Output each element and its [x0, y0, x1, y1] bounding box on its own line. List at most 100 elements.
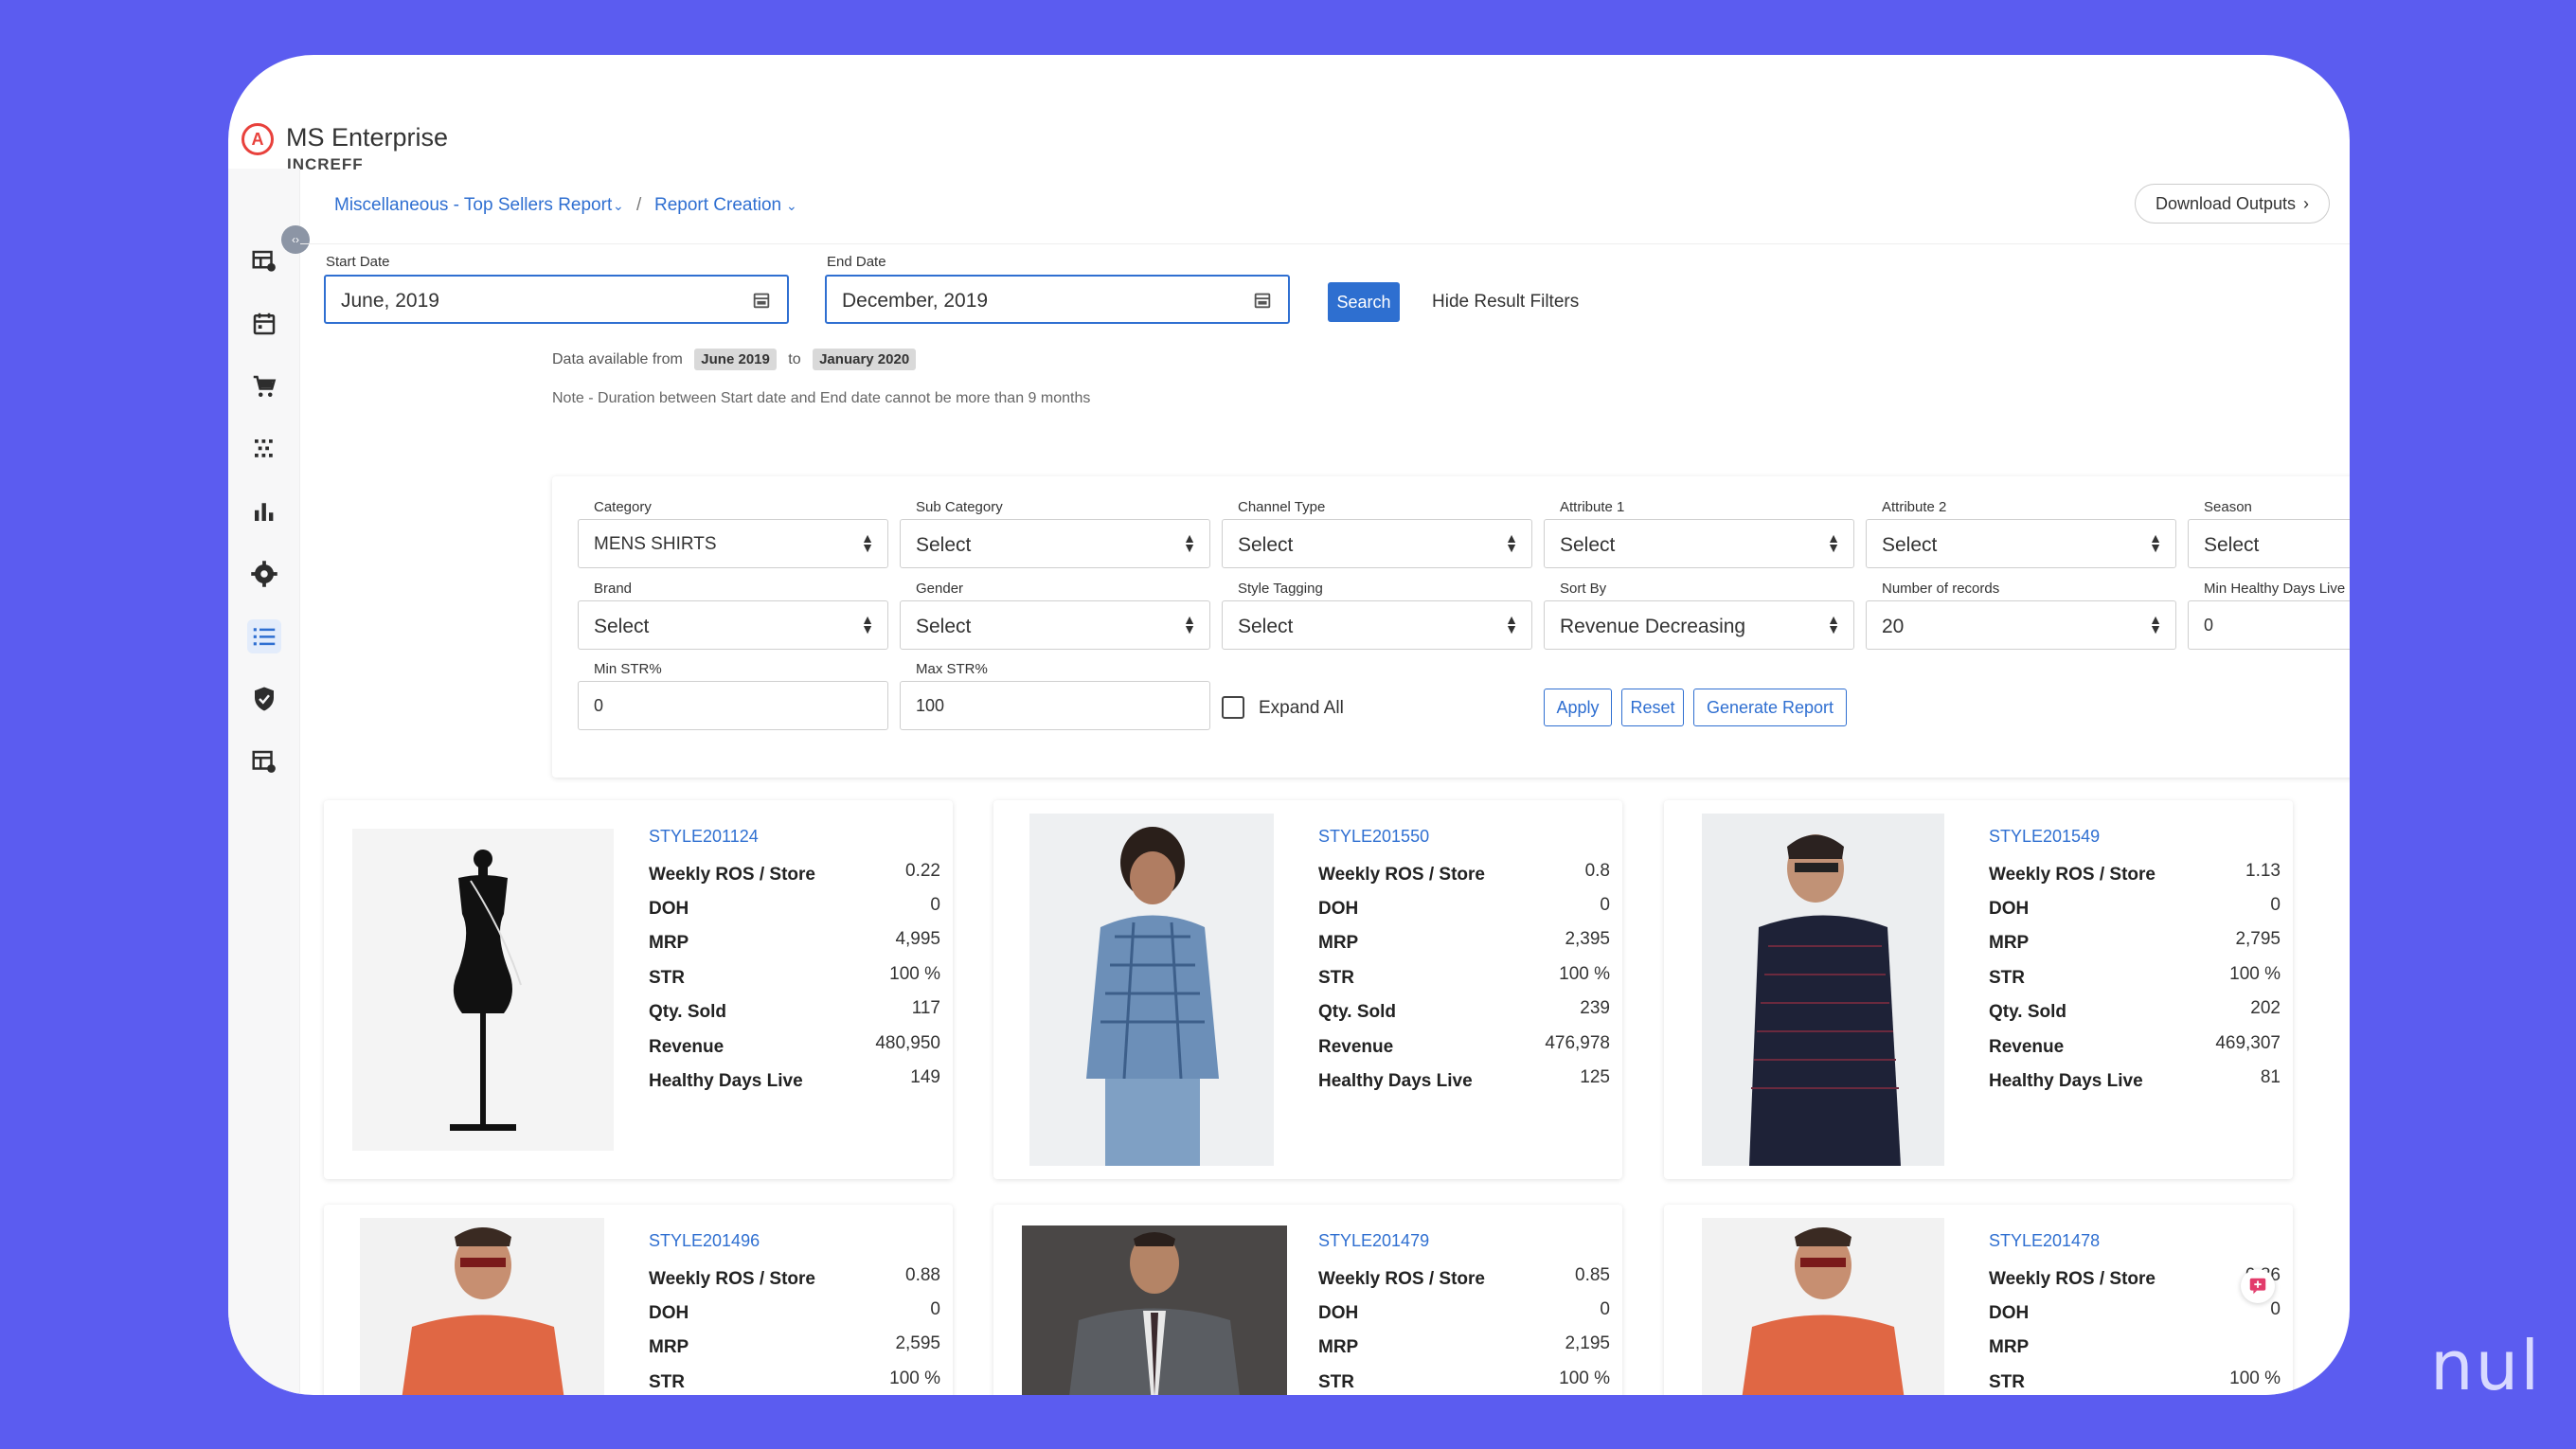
category-select[interactable]: Category MENS SHIRTS ▲ ▼: [578, 499, 888, 568]
product-card[interactable]: STYLE201550 Weekly ROS / Store 0.8 DOH 0 M…: [993, 800, 1622, 1179]
select-arrows-icon: ▲ ▼: [1183, 530, 1196, 555]
grid-pattern-icon[interactable]: [247, 432, 281, 466]
product-code[interactable]: STYLE201124: [649, 827, 759, 847]
metric-label: MRP: [1318, 933, 1359, 953]
start-date-field[interactable]: Start Date June, 2019: [324, 254, 789, 324]
channel-type-value: Select: [1238, 534, 1294, 556]
product-code[interactable]: STYLE201478: [1989, 1231, 2100, 1251]
metric-value: 0: [930, 895, 940, 915]
metric-value: 4,995: [895, 929, 940, 949]
attribute-1-value: Select: [1560, 534, 1616, 556]
product-card[interactable]: STYLE201478 Weekly ROS / Store0.86 DOH0 …: [1664, 1205, 2293, 1395]
calendar-icon[interactable]: [751, 290, 772, 311]
mannequin-icon: [450, 850, 522, 1131]
apply-button[interactable]: Apply: [1544, 689, 1612, 726]
metric-label: MRP: [1989, 933, 2030, 953]
chevron-right-icon: ›: [2303, 193, 2310, 213]
metric-label: DOH: [649, 899, 689, 919]
style-tagging-value: Select: [1238, 616, 1294, 637]
start-date-value: June, 2019: [341, 290, 439, 312]
channel-type-select[interactable]: Channel Type Select ▲ ▼: [1222, 499, 1532, 568]
category-value: MENS SHIRTS: [594, 534, 717, 554]
calendar-icon[interactable]: [247, 307, 281, 341]
chevron-down-icon[interactable]: ⌄: [613, 198, 624, 214]
metric-value: 250: [1580, 1394, 1610, 1395]
list-icon[interactable]: [247, 619, 281, 653]
metric-label: MRP: [1318, 1337, 1359, 1357]
expand-all-checkbox[interactable]: [1222, 696, 1244, 719]
duration-note: Note - Duration between Start date and E…: [552, 390, 1091, 406]
metric-label: Qty. Sold: [1318, 1002, 1396, 1022]
min-healthy-days-label: Min Healthy Days Live: [2200, 581, 2350, 597]
product-code[interactable]: STYLE201550: [1318, 827, 1429, 847]
metric-value: 100 %: [1559, 964, 1610, 984]
metric-label: Revenue: [1318, 1037, 1394, 1057]
search-button[interactable]: Search: [1328, 282, 1400, 322]
gender-select[interactable]: Gender Select ▲ ▼: [900, 581, 1210, 650]
product-card[interactable]: STYLE201479 Weekly ROS / Store 0.85 DOH 0 …: [993, 1205, 1622, 1395]
dashboard-icon[interactable]: [247, 244, 281, 278]
attribute-2-label: Attribute 2: [1878, 499, 1951, 515]
header-bar: Miscellaneous - Top Sellers Report ⌄ / R…: [300, 169, 2350, 244]
hide-result-filters-button[interactable]: Hide Result Filters: [1432, 292, 1579, 313]
breadcrumb-item-creation[interactable]: Report Creation: [654, 195, 781, 216]
product-card[interactable]: STYLE201496 Weekly ROS / Store 0.88 DOH 0 …: [324, 1205, 953, 1395]
breadcrumb-separator: /: [636, 195, 642, 215]
app-window: A MS Enterprise INCREFF ‹› Miscellaneous…: [228, 55, 2350, 1395]
generate-report-button[interactable]: Generate Report: [1693, 689, 1847, 726]
model-photo: [1742, 1227, 1905, 1395]
reset-button[interactable]: Reset: [1621, 689, 1684, 726]
shield-check-icon[interactable]: [247, 682, 281, 716]
product-image-mannequin: [352, 829, 614, 1151]
brand-label: Brand: [590, 581, 636, 597]
product-card[interactable]: STYLE201549 Weekly ROS / Store 1.13 DOH 0 …: [1664, 800, 2293, 1179]
calendar-icon[interactable]: [1252, 290, 1273, 311]
sub-category-value: Select: [916, 534, 972, 556]
metric-label: Revenue: [1989, 1037, 2065, 1057]
model-photo: [402, 1227, 564, 1395]
settings-gear-icon[interactable]: [247, 557, 281, 591]
sub-category-select[interactable]: Sub Category Select ▲ ▼: [900, 499, 1210, 568]
metric-value: 209: [2250, 1394, 2281, 1395]
metric-label: DOH: [1318, 899, 1359, 919]
select-arrows-icon: ▲ ▼: [861, 530, 874, 555]
select-arrows-icon: ▲ ▼: [2149, 612, 2162, 636]
breadcrumb-item-report[interactable]: Miscellaneous - Top Sellers Report: [334, 195, 612, 216]
select-arrows-icon: ▲ ▼: [1505, 530, 1518, 555]
metric-label: Qty. Sold: [1989, 1394, 2159, 1395]
metric-label: Qty. Sold: [1318, 1394, 1489, 1395]
season-label: Season: [2200, 499, 2256, 515]
attribute-1-select[interactable]: Attribute 1 Select ▲ ▼: [1544, 499, 1854, 568]
metric-value: 469,307: [2215, 1033, 2281, 1053]
chevron-down-icon[interactable]: ⌄: [786, 198, 797, 214]
brand-logo-icon: A: [242, 123, 274, 155]
product-code[interactable]: STYLE201479: [1318, 1231, 1429, 1251]
min-str-input[interactable]: Min STR% 0: [578, 661, 888, 730]
sort-by-select[interactable]: Sort By Revenue Decreasing ▲ ▼: [1544, 581, 1854, 650]
filter-panel: Category MENS SHIRTS ▲ ▼ Sub Category Sel…: [552, 476, 2350, 778]
end-date-field[interactable]: End Date December, 2019: [825, 254, 1290, 324]
season-select[interactable]: Season Select ▲▼: [2188, 499, 2350, 568]
availability-prefix: Data available from: [552, 351, 683, 367]
metric-value: 0: [930, 1299, 940, 1319]
metric-label: MRP: [1989, 1337, 2030, 1357]
max-str-input[interactable]: Max STR% 100: [900, 661, 1210, 730]
download-outputs-button[interactable]: Download Outputs ›: [2135, 184, 2330, 224]
product-code[interactable]: STYLE201496: [649, 1231, 760, 1251]
number-of-records-label: Number of records: [1878, 581, 2004, 597]
availability-from: June 2019: [694, 349, 777, 370]
select-arrows-icon: ▲ ▼: [1827, 612, 1840, 636]
product-card[interactable]: STYLE201124 Weekly ROS / Store 0.22 DOH 0 …: [324, 800, 953, 1179]
chat-widget-button[interactable]: [2241, 1269, 2275, 1303]
attribute-2-select[interactable]: Attribute 2 Select ▲ ▼: [1866, 499, 2176, 568]
style-tagging-select[interactable]: Style Tagging Select ▲ ▼: [1222, 581, 1532, 650]
metric-value: 0.8: [1584, 861, 1610, 881]
brand-select[interactable]: Brand Select ▲ ▼: [578, 581, 888, 650]
number-of-records-select[interactable]: Number of records 20 ▲ ▼: [1866, 581, 2176, 650]
cart-icon[interactable]: [247, 369, 281, 403]
metric-value: 100 %: [1559, 1368, 1610, 1388]
bar-chart-icon[interactable]: [247, 494, 281, 528]
table-settings-icon[interactable]: [247, 744, 281, 778]
min-healthy-days-input[interactable]: Min Healthy Days Live 0: [2188, 581, 2350, 650]
product-code[interactable]: STYLE201549: [1989, 827, 2100, 847]
